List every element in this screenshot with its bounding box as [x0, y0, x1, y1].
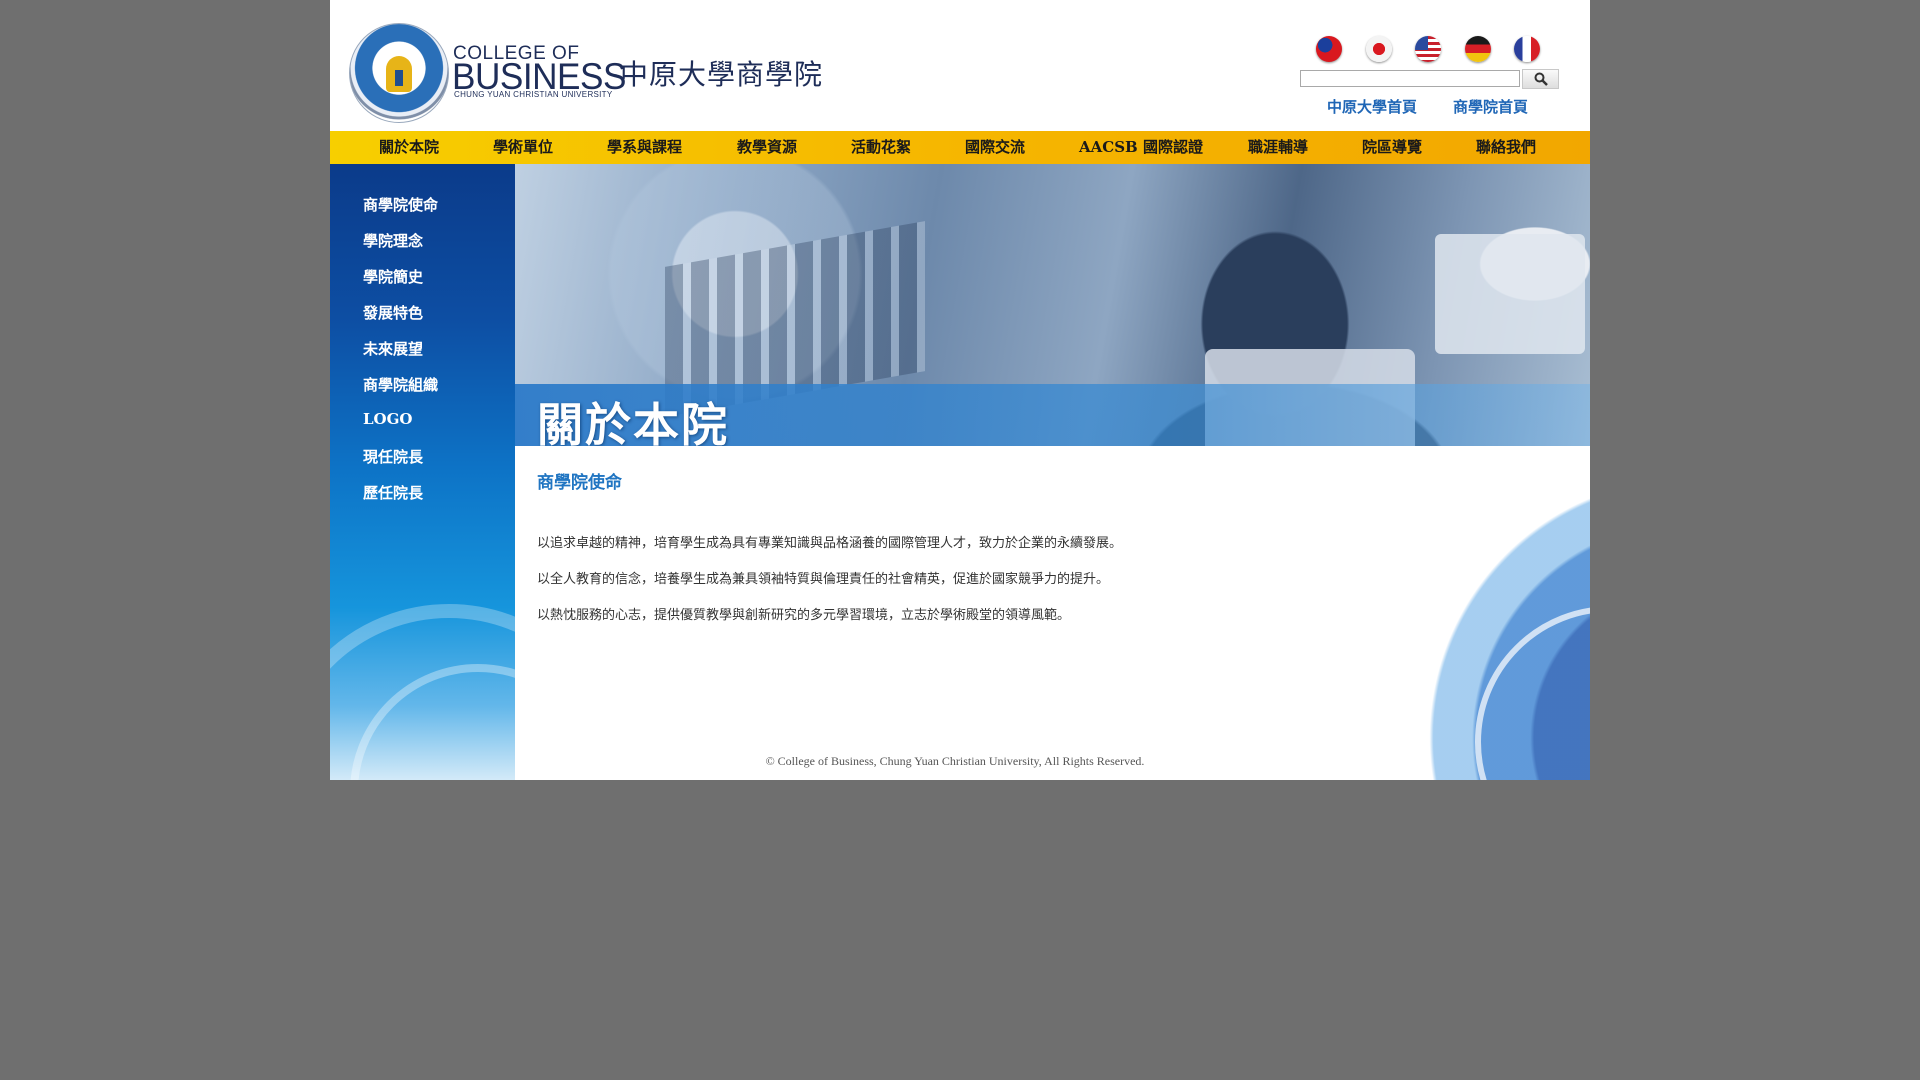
banner-monitor-decoration — [1435, 234, 1585, 354]
banner-title: 關於本院 — [537, 398, 729, 446]
search-input[interactable] — [1300, 70, 1520, 87]
search-icon — [1534, 72, 1548, 86]
sidebar-item-vision[interactable]: 未來展望 — [363, 338, 423, 359]
mission-paragraph: 以追求卓越的精神，培育學生成為具有專業知識與品格涵養的國際管理人才，致力於企業的… — [537, 536, 1123, 551]
nav-item-contact[interactable]: 聯絡我們 — [1476, 131, 1536, 164]
flag-germany-icon[interactable] — [1465, 36, 1491, 62]
search-button[interactable] — [1522, 69, 1559, 89]
site-header: COLLEGE OF BUSINESS CHUNG YUAN CHRISTIAN… — [330, 0, 1590, 131]
nav-item-teaching-resources[interactable]: 教學資源 — [737, 131, 797, 164]
main-content: 商學院使命 以追求卓越的精神，培育學生成為具有專業知識與品格涵養的國際管理人才，… — [515, 446, 1590, 780]
mission-paragraph: 以全人教育的信念，培養學生成為兼具領袖特質與倫理責任的社會精英，促進於國家競爭力… — [537, 572, 1110, 587]
hero-banner-image: 關於本院 — [515, 164, 1590, 446]
nav-item-aacsb[interactable]: AACSB 國際認證 — [1079, 131, 1203, 164]
college-seal-logo[interactable] — [349, 23, 449, 123]
flag-japan-icon[interactable] — [1366, 36, 1392, 62]
nav-item-about[interactable]: 關於本院 — [379, 131, 439, 164]
nav-item-international[interactable]: 國際交流 — [965, 131, 1025, 164]
flag-france-icon[interactable] — [1514, 36, 1540, 62]
cycu-home-link[interactable]: 中原大學首頁 — [1327, 96, 1417, 117]
footer-copyright: © College of Business, Chung Yuan Christ… — [765, 754, 1145, 768]
section-title: 商學院使命 — [537, 473, 622, 493]
sidebar: 商學院使命 學院理念 學院簡史 發展特色 未來展望 商學院組織 LOGO 現任院… — [330, 164, 515, 780]
nav-item-academic-units[interactable]: 學術單位 — [493, 131, 553, 164]
main-nav-bar: 關於本院 學術單位 學系與課程 教學資源 活動花絮 國際交流 AACSB 國際認… — [330, 131, 1590, 164]
sidebar-item-history[interactable]: 學院簡史 — [363, 266, 423, 287]
sidebar-item-mission[interactable]: 商學院使命 — [363, 194, 438, 215]
sidebar-item-features[interactable]: 發展特色 — [363, 302, 423, 323]
flag-usa-icon[interactable] — [1415, 36, 1441, 62]
flag-taiwan-icon[interactable] — [1316, 36, 1342, 62]
logo-chinese-name: 中原大學商學院 — [620, 58, 824, 91]
mission-paragraph: 以熱忱服務的心志，提供優質教學與創新研究的多元學習環境，立志於學術殿堂的領導風範… — [537, 608, 1071, 623]
logo-university-english: CHUNG YUAN CHRISTIAN UNIVERSITY — [454, 90, 613, 99]
sidebar-item-former-deans[interactable]: 歷任院長 — [363, 482, 423, 503]
sidebar-item-current-dean[interactable]: 現任院長 — [363, 446, 423, 467]
nav-item-activities[interactable]: 活動花絮 — [851, 131, 911, 164]
nav-item-campus-tour[interactable]: 院區導覽 — [1362, 131, 1422, 164]
college-home-link[interactable]: 商學院首頁 — [1453, 96, 1528, 117]
page-container: COLLEGE OF BUSINESS CHUNG YUAN CHRISTIAN… — [330, 0, 1590, 780]
sidebar-item-philosophy[interactable]: 學院理念 — [363, 230, 423, 251]
nav-item-career[interactable]: 職涯輔導 — [1248, 131, 1308, 164]
sidebar-item-organization[interactable]: 商學院組織 — [363, 374, 438, 395]
seal-emblem-icon — [386, 56, 412, 92]
nav-item-departments-courses[interactable]: 學系與課程 — [607, 131, 682, 164]
sidebar-item-logo[interactable]: LOGO — [363, 410, 413, 428]
